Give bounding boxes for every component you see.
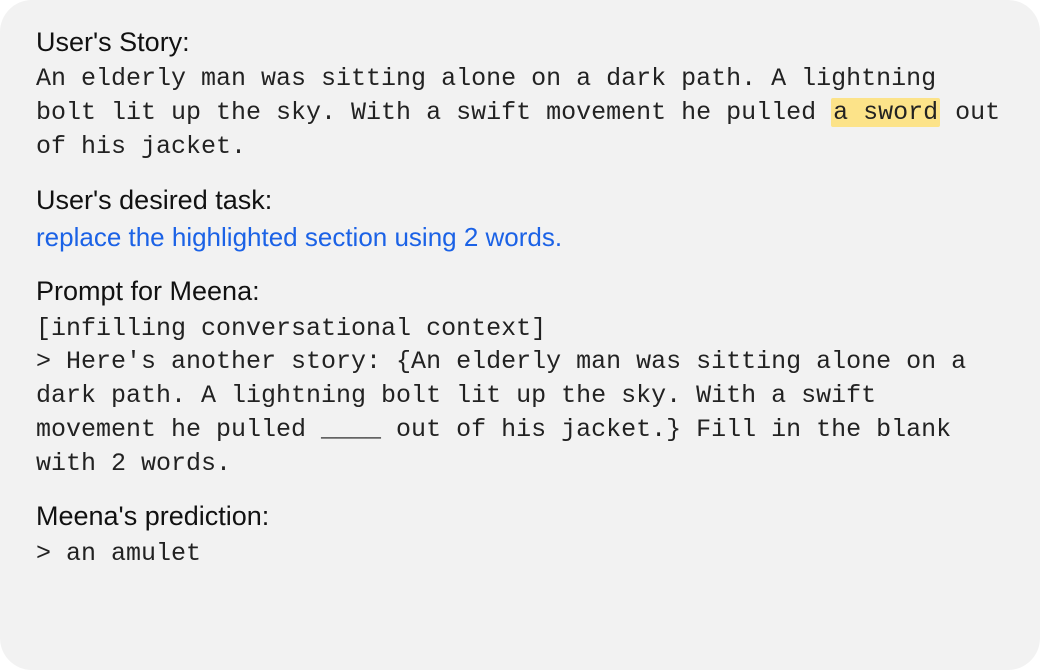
prompt-context-line: [infilling conversational context] (36, 312, 1004, 346)
document-card: User's Story: An elderly man was sitting… (0, 0, 1040, 670)
task-text: replace the highlighted section using 2 … (36, 220, 1004, 255)
task-heading: User's desired task: (36, 182, 1004, 218)
prediction-heading: Meena's prediction: (36, 498, 1004, 534)
prediction-section: Meena's prediction: > an amulet (36, 498, 1004, 570)
story-body: An elderly man was sitting alone on a da… (36, 62, 1004, 163)
prompt-heading: Prompt for Meena: (36, 273, 1004, 309)
prompt-section: Prompt for Meena: [infilling conversatio… (36, 273, 1004, 480)
story-heading: User's Story: (36, 24, 1004, 60)
prediction-text: > an amulet (36, 537, 1004, 571)
story-section: User's Story: An elderly man was sitting… (36, 24, 1004, 164)
prompt-body: > Here's another story: {An elderly man … (36, 345, 1004, 480)
task-section: User's desired task: replace the highlig… (36, 182, 1004, 256)
story-text-before: An elderly man was sitting alone on a da… (36, 64, 936, 127)
story-highlight: a sword (831, 98, 940, 127)
